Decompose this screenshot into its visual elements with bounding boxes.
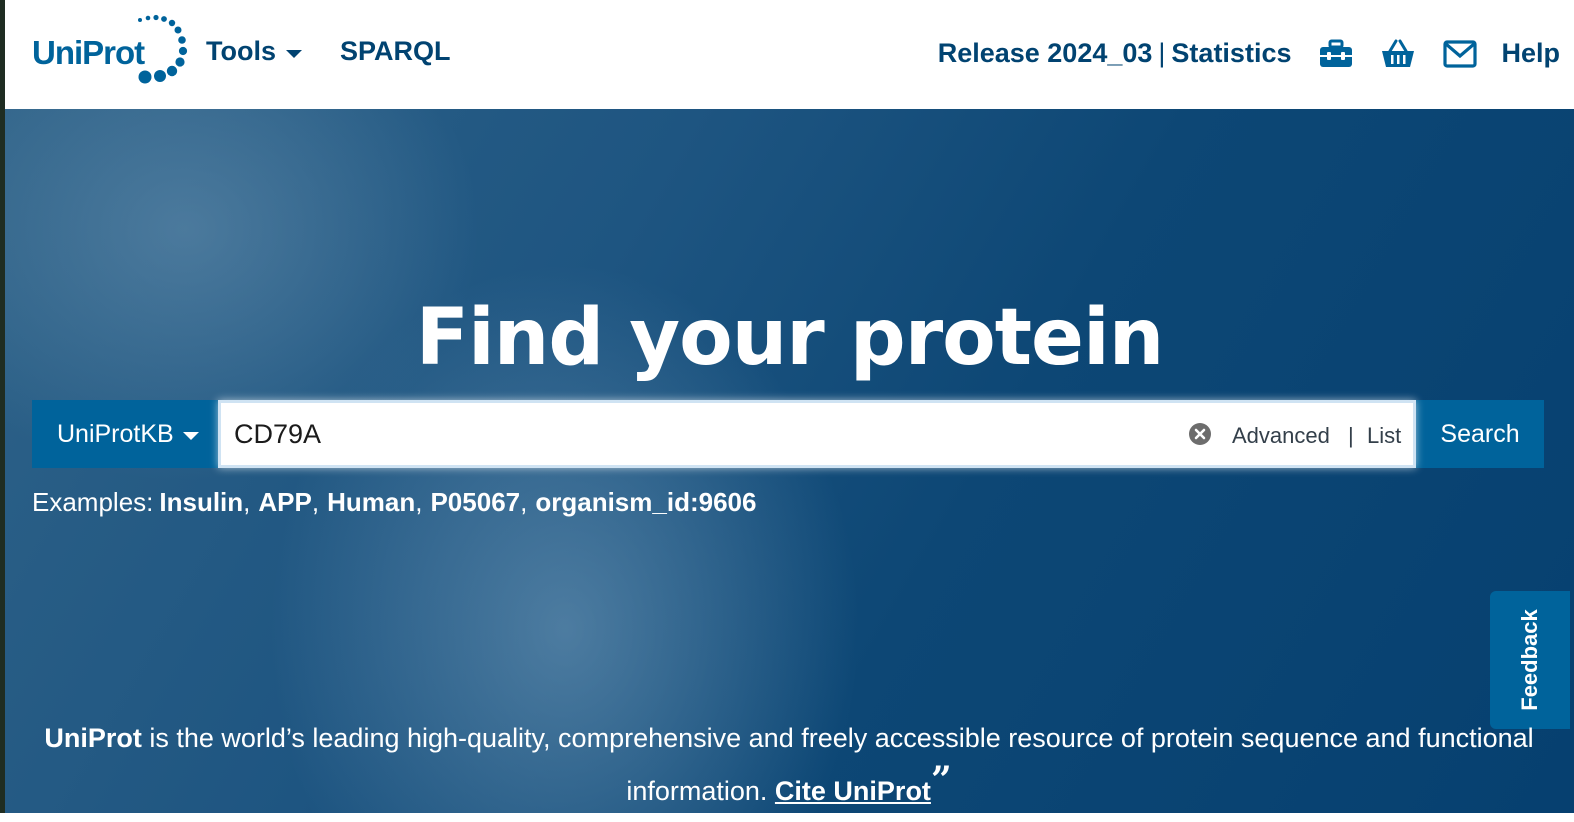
list-search-link[interactable]: List [1367,423,1401,449]
logo-text: UniProt [32,34,145,71]
nav-tools[interactable]: Tools [206,36,302,67]
advanced-search-link[interactable]: Advanced [1232,423,1330,449]
basket-icon[interactable] [1381,39,1415,69]
quote-icon: ” [930,759,952,801]
toolkit-icon[interactable] [1319,39,1353,69]
search-bar: UniProtKB Advanced | List Search [32,400,1544,468]
example-link-insulin[interactable]: Insulin [159,487,243,518]
example-link-organism[interactable]: organism_id:9606 [535,487,756,518]
release-link[interactable]: Release 2024_03 [938,38,1153,69]
search-input[interactable] [221,404,1161,464]
site-header: UniProt Tools SPARQL Release 2024_03 | S… [5,0,1574,109]
example-link-human[interactable]: Human [327,487,415,518]
statistics-link[interactable]: Statistics [1171,38,1291,69]
chevron-down-icon [182,432,199,440]
mail-icon[interactable] [1443,39,1478,69]
hero-section: Find your protein UniProtKB Advanced | L… [5,109,1574,813]
database-select-label: UniProtKB [57,419,174,448]
page-title: Find your protein [415,293,1164,383]
uniprot-logo[interactable]: UniProt [32,14,200,90]
nav-tools-label: Tools [206,36,276,66]
example-link-app[interactable]: APP [258,487,311,518]
feedback-label: Feedback [1517,609,1542,711]
tagline-brand: UniProt [44,723,142,753]
page-bottom-edge [0,813,1574,822]
feedback-tab[interactable]: Feedback [1490,591,1570,729]
header-separator: | [1158,38,1166,68]
tagline: UniProt is the world’s leading high-qual… [32,717,1546,812]
examples-label: Examples: [32,487,154,517]
nav-sparql-label: SPARQL [340,36,451,66]
clear-icon[interactable] [1187,421,1213,447]
search-button[interactable]: Search [1416,400,1544,468]
cite-uniprot-link[interactable]: Cite UniProt [775,776,931,806]
search-examples: Examples: Insulin, APP, Human, P05067, o… [32,487,757,518]
search-box: Advanced | List [218,400,1416,468]
database-select[interactable]: UniProtKB [32,400,218,468]
help-link[interactable]: Help [1501,38,1560,69]
nav-sparql[interactable]: SPARQL [340,36,451,67]
search-options-separator: | [1348,423,1354,448]
chevron-down-icon [286,49,302,58]
header-right: Release 2024_03 | Statistics Help [938,38,1560,69]
example-link-p05067[interactable]: P05067 [430,487,520,518]
